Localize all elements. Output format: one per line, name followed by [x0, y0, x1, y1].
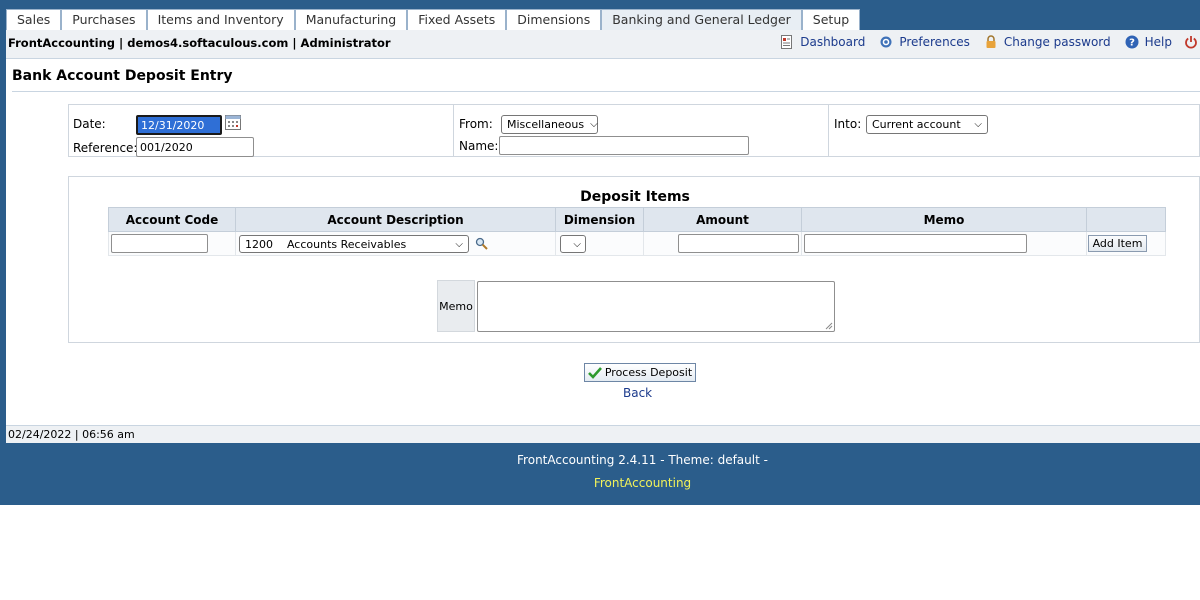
title-divider: [12, 91, 1200, 92]
preferences-label: Preferences: [899, 35, 970, 49]
tab-label: Purchases: [72, 12, 136, 27]
back-link[interactable]: Back: [623, 386, 652, 400]
top-links: Dashboard Preferences Change password ? …: [766, 35, 1200, 49]
process-deposit-button[interactable]: Process Deposit: [584, 363, 696, 382]
deposit-items-title: Deposit Items: [580, 189, 690, 205]
from-label: From:: [459, 117, 493, 131]
tab-fixed-assets[interactable]: Fixed Assets: [407, 9, 507, 30]
from-select[interactable]: Miscellaneous ⌵: [501, 115, 598, 134]
table-header-row: Account Code Account Description Dimensi…: [108, 207, 1166, 232]
cell-account-description: 1200 Accounts Receivables ⌵: [235, 231, 556, 256]
status-datetime: 02/24/2022 | 06:56 am: [8, 428, 135, 441]
power-icon: [1185, 36, 1197, 49]
cell-memo: [801, 231, 1087, 256]
col-memo: Memo: [801, 207, 1087, 232]
calendar-icon[interactable]: [225, 115, 241, 130]
tab-label: Items and Inventory: [157, 12, 284, 27]
help-link[interactable]: ? Help: [1125, 35, 1172, 49]
tab-label: Manufacturing: [305, 12, 397, 27]
line-memo-input[interactable]: [804, 234, 1027, 253]
dashboard-label: Dashboard: [800, 35, 866, 49]
cell-actions: Add Item: [1086, 231, 1166, 256]
content-panel: FrontAccounting | demos4.softaculous.com…: [6, 30, 1200, 443]
col-account-description: Account Description: [235, 207, 556, 232]
tab-purchases[interactable]: Purchases: [61, 9, 147, 30]
svg-text:?: ?: [1129, 38, 1135, 49]
gear-icon: [880, 36, 892, 48]
date-input[interactable]: [136, 115, 222, 135]
name-input[interactable]: [499, 136, 749, 155]
name-label: Name:: [459, 139, 499, 153]
cell-amount: [643, 231, 802, 256]
col-account-code: Account Code: [108, 207, 236, 232]
footer-version: FrontAccounting 2.4.11 - Theme: default …: [517, 453, 768, 467]
search-icon[interactable]: [475, 237, 488, 250]
add-item-button[interactable]: Add Item: [1088, 235, 1147, 252]
dashboard-icon: [781, 35, 793, 49]
date-label: Date:: [73, 117, 106, 131]
tab-label: Setup: [812, 12, 850, 27]
dimension-select[interactable]: ⌵: [560, 235, 586, 253]
account-code-input[interactable]: [111, 234, 208, 253]
tab-label: Banking and General Ledger: [612, 12, 791, 27]
header-col-into: Into: Current account ⌵: [829, 105, 1199, 156]
tab-setup[interactable]: Setup: [801, 9, 861, 30]
chevron-down-icon: ⌵: [590, 119, 598, 130]
tab-manufacturing[interactable]: Manufacturing: [294, 9, 408, 30]
from-select-value: Miscellaneous: [507, 118, 585, 131]
col-dimension: Dimension: [555, 207, 644, 232]
lock-icon: [986, 35, 996, 48]
change-password-label: Change password: [1003, 35, 1111, 49]
resize-handle-icon[interactable]: [825, 322, 833, 330]
deposit-items-panel: Deposit Items Account Code Account Descr…: [68, 176, 1200, 343]
help-icon: ?: [1125, 35, 1139, 49]
reference-input[interactable]: [136, 137, 254, 157]
amount-input[interactable]: [678, 234, 799, 253]
logout-link[interactable]: [1184, 35, 1198, 49]
col-actions: [1086, 207, 1166, 232]
account-description-select[interactable]: 1200 Accounts Receivables ⌵: [239, 235, 469, 253]
company-info: FrontAccounting | demos4.softaculous.com…: [8, 36, 391, 50]
into-label: Into:: [834, 117, 862, 131]
status-bar: 02/24/2022 | 06:56 am: [6, 425, 1200, 443]
tab-sales[interactable]: Sales: [6, 9, 62, 30]
chevron-down-icon: ⌵: [455, 238, 463, 250]
preferences-link[interactable]: Preferences: [879, 35, 970, 49]
chevron-down-icon: ⌵: [974, 119, 982, 130]
tab-dimensions[interactable]: Dimensions: [506, 9, 602, 30]
account-description-value: 1200 Accounts Receivables: [245, 237, 407, 251]
table-row: 1200 Accounts Receivables ⌵ ⌵ Add Item: [108, 231, 1166, 256]
cell-account-code: [108, 231, 236, 256]
process-deposit-label: Process Deposit: [604, 366, 693, 379]
module-tabs: Sales Purchases Items and Inventory Manu…: [6, 9, 861, 30]
reference-label: Reference:: [73, 141, 138, 155]
add-item-label: Add Item: [1092, 237, 1143, 250]
help-label: Help: [1144, 35, 1172, 49]
tab-items-and-inventory[interactable]: Items and Inventory: [146, 9, 295, 30]
chevron-down-icon: ⌵: [573, 238, 581, 250]
into-select[interactable]: Current account ⌵: [866, 115, 988, 134]
memo-textarea[interactable]: [477, 281, 835, 332]
change-password-link[interactable]: Change password: [984, 35, 1111, 49]
cell-dimension: ⌵: [555, 231, 644, 256]
header-col-from: From: Miscellaneous ⌵ Name:: [454, 105, 829, 156]
into-select-value: Current account: [872, 118, 961, 131]
tab-label: Sales: [17, 12, 51, 27]
header-col-date: Date: Reference:: [69, 105, 454, 157]
app-frame: Sales Purchases Items and Inventory Manu…: [0, 0, 1200, 505]
tab-banking-and-general-ledger[interactable]: Banking and General Ledger: [601, 9, 802, 30]
tab-label: Dimensions: [517, 12, 591, 27]
deposit-header-form: Date: Reference: From: Miscellaneous ⌵ Na…: [68, 104, 1200, 157]
footer-link[interactable]: FrontAccounting: [0, 476, 1200, 490]
checkmark-icon: [587, 367, 602, 379]
deposit-items-table: Account Code Account Description Dimensi…: [108, 207, 1166, 256]
tab-label: Fixed Assets: [418, 12, 496, 27]
dashboard-link[interactable]: Dashboard: [780, 35, 865, 49]
page-title: Bank Account Deposit Entry: [12, 68, 233, 84]
info-bar: FrontAccounting | demos4.softaculous.com…: [6, 30, 1200, 59]
memo-label: Memo: [437, 280, 475, 332]
col-amount: Amount: [643, 207, 802, 232]
